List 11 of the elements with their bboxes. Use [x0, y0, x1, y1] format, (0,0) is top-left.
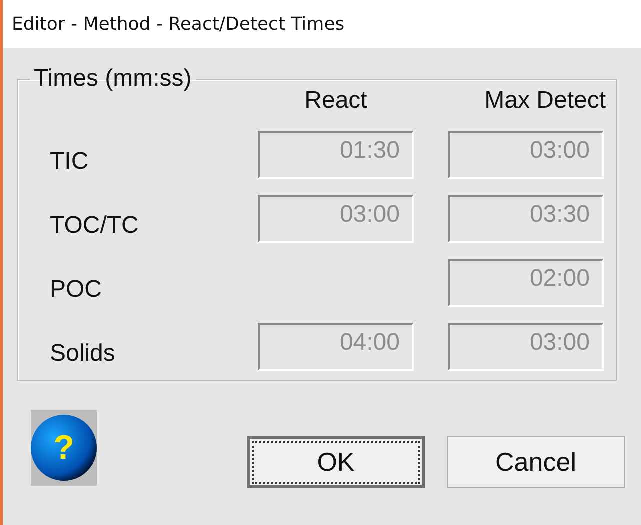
cancel-button[interactable]: Cancel	[447, 436, 625, 488]
group-title: Times (mm:ss)	[33, 65, 193, 93]
help-button[interactable]: ?	[31, 410, 97, 486]
ok-button[interactable]: OK	[247, 436, 425, 488]
column-header: React	[304, 87, 368, 115]
row-label: TOC/TC	[49, 212, 140, 240]
row-label: POC	[49, 276, 104, 304]
column-header: Max Detect	[484, 87, 606, 115]
window-title: Editor - Method - React/Detect Times	[12, 14, 345, 34]
row-label: TIC	[49, 148, 90, 176]
row-label: Solids	[49, 340, 116, 368]
